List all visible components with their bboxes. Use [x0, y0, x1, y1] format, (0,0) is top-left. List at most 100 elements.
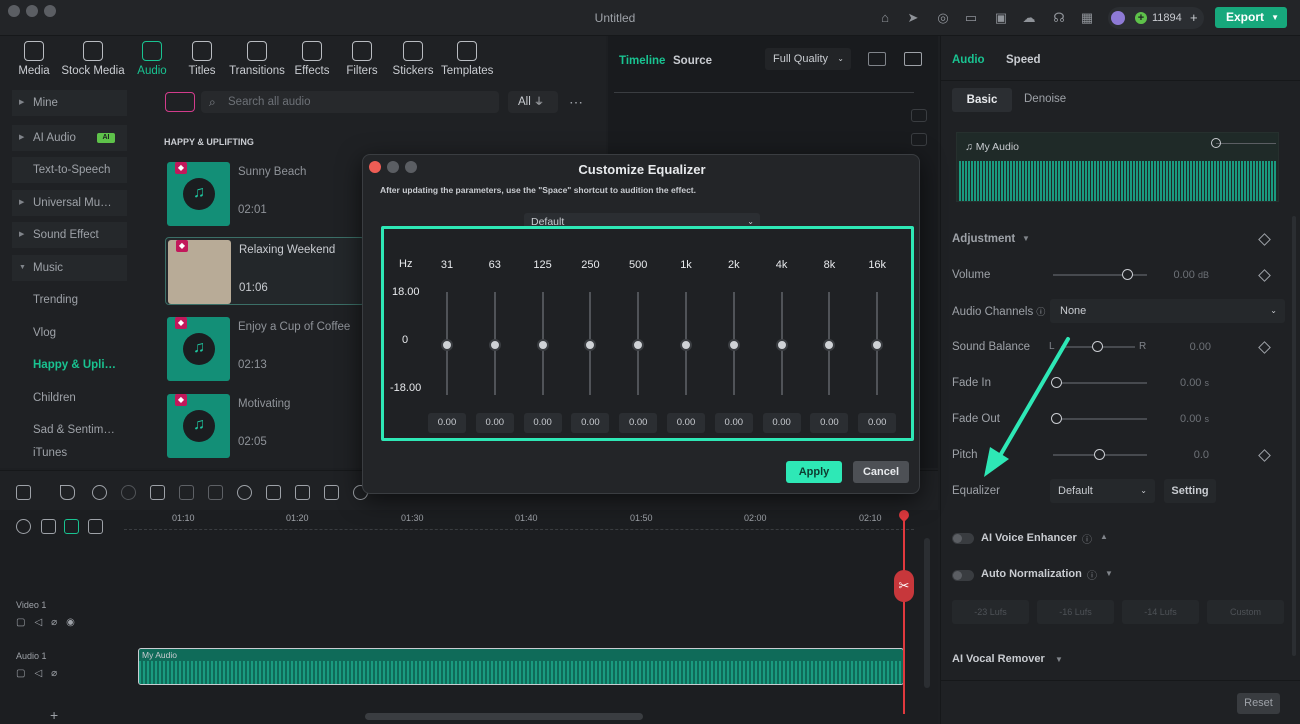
- eq-band-knob[interactable]: [632, 339, 645, 351]
- sidebar-item-trending[interactable]: Trending: [12, 287, 127, 313]
- volume-slider-knob[interactable]: [1122, 269, 1133, 280]
- audio-channels-dropdown[interactable]: None ⌄: [1050, 299, 1285, 323]
- sidebar-item-vlog[interactable]: Vlog: [12, 320, 127, 346]
- speed-icon[interactable]: [237, 485, 252, 500]
- layout-icon[interactable]: [16, 485, 31, 500]
- save-icon[interactable]: ▣: [993, 10, 1009, 26]
- select-cursor-icon[interactable]: [60, 485, 75, 500]
- help-icon[interactable]: ⓘ: [1082, 531, 1092, 546]
- subtab-basic[interactable]: Basic: [952, 88, 1012, 112]
- horizontal-scrollbar[interactable]: [365, 713, 643, 720]
- credits-badge[interactable]: + 11894 +: [1108, 7, 1204, 29]
- pitch-slider-knob[interactable]: [1094, 449, 1105, 460]
- community-icon[interactable]: ◎: [935, 10, 951, 26]
- playhead-handle[interactable]: [896, 507, 912, 523]
- add-credits-icon[interactable]: +: [1190, 7, 1198, 29]
- crop-icon[interactable]: [208, 485, 223, 500]
- eq-band-value-input[interactable]: 0.00: [428, 413, 466, 433]
- audio-card[interactable]: ◆ Sunny Beach 02:01: [165, 160, 365, 228]
- sidebar-item-ai-audio[interactable]: ▶ AI Audio AI: [12, 125, 127, 151]
- eq-band-knob[interactable]: [775, 339, 788, 351]
- eq-band-value-input[interactable]: 0.00: [714, 413, 753, 433]
- shape-icon[interactable]: [295, 485, 310, 500]
- help-icon[interactable]: ⓘ: [1087, 567, 1097, 582]
- eq-band-value-input[interactable]: 0.00: [475, 413, 514, 433]
- voice-enhancer-toggle[interactable]: [952, 533, 974, 544]
- tab-stickers[interactable]: Stickers: [392, 41, 434, 77]
- balance-slider-knob[interactable]: [1092, 341, 1103, 352]
- fade-out-value[interactable]: 0.00 s: [1149, 413, 1209, 425]
- tab-timeline[interactable]: Timeline: [619, 55, 665, 67]
- redo-icon[interactable]: [121, 485, 136, 500]
- auto-normalization-toggle[interactable]: [952, 570, 974, 581]
- tab-filters[interactable]: Filters: [345, 41, 379, 77]
- headset-icon[interactable]: ☊: [1051, 10, 1067, 26]
- delete-icon[interactable]: [150, 485, 165, 500]
- equalizer-setting-button[interactable]: Setting: [1164, 479, 1216, 503]
- volume-value[interactable]: 0.00 dB: [1149, 269, 1210, 281]
- chevron-down-icon[interactable]: ▼: [1105, 569, 1113, 578]
- tab-source[interactable]: Source: [673, 55, 712, 67]
- sidebar-item-text-to-speech[interactable]: Text-to-Speech: [12, 157, 127, 183]
- eq-band-value-input[interactable]: 0.00: [667, 413, 705, 433]
- sidebar-item-happy-uplifting[interactable]: Happy & Upli…: [12, 352, 127, 378]
- snap-icon[interactable]: [64, 519, 79, 534]
- keyframe-diamond-icon[interactable]: [1258, 233, 1271, 246]
- audio-library-icon[interactable]: [165, 92, 195, 112]
- eq-band-knob[interactable]: [536, 339, 549, 351]
- export-button[interactable]: Export ▼: [1215, 7, 1287, 28]
- add-track-icon[interactable]: +: [50, 707, 58, 723]
- tab-media[interactable]: Media: [17, 41, 51, 77]
- search-input[interactable]: ⌕ Search all audio: [201, 91, 499, 113]
- props-scrollbar[interactable]: [1292, 216, 1296, 656]
- track-controls[interactable]: ▢◁⌀: [16, 668, 66, 679]
- keyframe-diamond-icon[interactable]: [1258, 341, 1271, 354]
- lufs-chip[interactable]: -16 Lufs: [1037, 600, 1114, 624]
- tab-speed[interactable]: Speed: [1006, 54, 1041, 66]
- pitch-value[interactable]: 0.0: [1149, 449, 1209, 461]
- sidebar-item-music[interactable]: ▼ Music: [12, 255, 127, 281]
- eq-band-knob[interactable]: [488, 339, 501, 351]
- chevron-up-icon[interactable]: ▲: [1100, 532, 1108, 541]
- audio-card[interactable]: ◆ Relaxing Weekend 01:06: [165, 237, 365, 305]
- monitor-icon[interactable]: ▭: [963, 10, 979, 26]
- sidebar-item-universal-music[interactable]: ▶ Universal Mu…: [12, 190, 127, 216]
- snapshot-icon[interactable]: [904, 52, 922, 66]
- eq-band-value-input[interactable]: 0.00: [571, 413, 610, 433]
- equalizer-dropdown[interactable]: Default ⌄: [1050, 479, 1155, 503]
- undo-icon[interactable]: [92, 485, 107, 500]
- track-controls[interactable]: ▢◁⌀◉: [16, 617, 84, 628]
- tab-templates[interactable]: Templates: [441, 41, 493, 77]
- send-icon[interactable]: ➤: [905, 10, 921, 26]
- subtab-denoise[interactable]: Denoise: [1024, 93, 1066, 105]
- fade-in-value[interactable]: 0.00 s: [1149, 377, 1209, 389]
- tab-transitions[interactable]: Transitions: [229, 41, 285, 77]
- eq-band-value-input[interactable]: 0.00: [858, 413, 897, 433]
- link-icon[interactable]: [41, 519, 56, 534]
- cloud-icon[interactable]: ☁: [1021, 10, 1037, 26]
- eq-band-knob[interactable]: [823, 339, 836, 351]
- help-icon[interactable]: ⓘ: [1036, 307, 1045, 317]
- track-manager-icon[interactable]: [88, 519, 103, 534]
- eq-band-knob[interactable]: [584, 339, 597, 351]
- filter-button[interactable]: All ⏚: [508, 91, 558, 113]
- settings-icon[interactable]: [16, 519, 31, 534]
- grid-view-icon[interactable]: [868, 52, 886, 66]
- sidebar-item-sound-effect[interactable]: ▶ Sound Effect: [12, 222, 127, 248]
- keyframe-diamond-icon[interactable]: [1258, 269, 1271, 282]
- apps-icon[interactable]: ▦: [1079, 10, 1095, 26]
- cut-icon[interactable]: [179, 485, 194, 500]
- lufs-chip[interactable]: Custom: [1207, 600, 1284, 624]
- side-control[interactable]: [911, 109, 927, 122]
- side-control[interactable]: [911, 133, 927, 146]
- audio-waveform-preview[interactable]: ♫ My Audio: [956, 132, 1279, 202]
- cancel-button[interactable]: Cancel: [853, 461, 909, 483]
- tab-stock-media[interactable]: Stock Media: [61, 41, 125, 77]
- eq-band-knob[interactable]: [727, 339, 740, 351]
- sidebar-item-children[interactable]: Children: [12, 385, 127, 411]
- sidebar-item-mine[interactable]: ▶ Mine: [12, 90, 127, 116]
- balance-value[interactable]: 0.00: [1151, 341, 1211, 353]
- split-scissors-icon[interactable]: ✂: [894, 570, 914, 602]
- tab-audio-props[interactable]: Audio: [952, 54, 985, 66]
- gift-icon[interactable]: ⌂: [877, 10, 893, 26]
